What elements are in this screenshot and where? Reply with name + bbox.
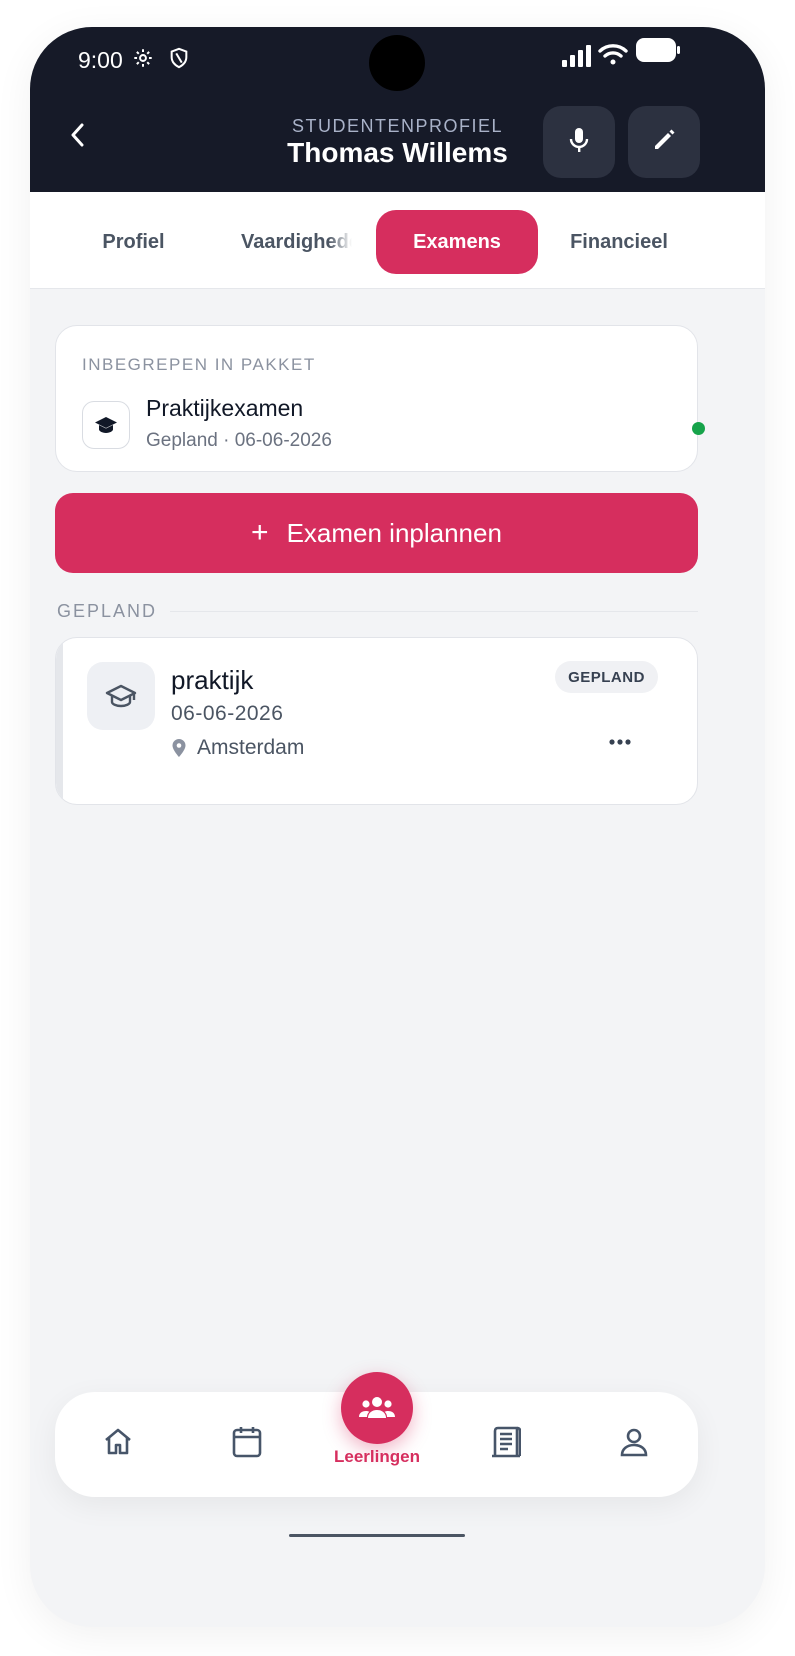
- settings-icon: [132, 47, 154, 74]
- nav-active-label: Leerlingen: [334, 1447, 420, 1466]
- camera-notch: [369, 35, 425, 91]
- nav-home[interactable]: [94, 1418, 142, 1466]
- tab-examens[interactable]: Examens: [376, 210, 538, 274]
- home-icon: [105, 1428, 131, 1455]
- package-subtitle: Gepland · 06-06-2026: [146, 430, 332, 451]
- nav-profile[interactable]: [610, 1418, 658, 1466]
- signal-icon: [562, 45, 592, 72]
- section-divider: [170, 611, 698, 612]
- pencil-icon: [651, 127, 677, 158]
- microphone-icon: [568, 126, 590, 159]
- tab-vaardigheden[interactable]: Vaardigheden: [235, 210, 352, 274]
- calendar-icon: [232, 1427, 262, 1458]
- package-card: INBEGREPEN IN PAKKET Praktijkexamen Gepl…: [55, 325, 705, 472]
- shield-icon: [168, 47, 190, 74]
- exam-location-label: Amsterdam: [197, 736, 305, 759]
- app-header: 9:00 STUDENTENPROFIEL Thomas Willems: [30, 27, 765, 192]
- status-dot: [692, 422, 705, 435]
- exam-accent-bar: [56, 638, 63, 804]
- schedule-exam-button[interactable]: + Examen inplannen: [55, 493, 698, 573]
- status-badge: GEPLAND: [555, 661, 658, 693]
- microphone-button[interactable]: [543, 106, 615, 178]
- receipt-icon: [492, 1426, 521, 1458]
- location-pin-icon: [171, 738, 187, 758]
- package-title: Praktijkexamen: [146, 395, 304, 421]
- wifi-icon: [598, 43, 628, 72]
- exam-date: 06-06-2026: [171, 702, 284, 725]
- phone-screen: 9:00 STUDENTENPROFIEL Thomas Willems Pro…: [30, 27, 765, 1627]
- nav-receipts[interactable]: [482, 1418, 530, 1466]
- home-indicator: [289, 1534, 465, 1537]
- battery-icon: [635, 37, 681, 68]
- profile-icon: [620, 1428, 648, 1457]
- exam-location: Amsterdam: [171, 736, 304, 760]
- nav-calendar[interactable]: [223, 1418, 271, 1466]
- graduation-cap-icon: [82, 401, 130, 449]
- schedule-exam-label: Examen inplannen: [286, 517, 502, 548]
- package-label: INBEGREPEN IN PAKKET: [82, 355, 316, 374]
- exam-card[interactable]: praktijk 06-06-2026 Amsterdam GEPLAND: [55, 637, 698, 805]
- plus-icon: +: [251, 516, 269, 549]
- section-label: GEPLAND: [57, 601, 158, 621]
- nav-students[interactable]: [341, 1372, 413, 1444]
- tab-vaardigheden-label: Vaardigheden: [241, 230, 352, 253]
- edit-button[interactable]: [628, 106, 700, 178]
- tab-bar: Profiel Vaardigheden Examens Financieel: [30, 192, 765, 289]
- more-horizontal-icon: [609, 739, 631, 745]
- exam-title: praktijk: [171, 665, 254, 695]
- students-icon: [359, 1397, 395, 1418]
- tab-financieel[interactable]: Financieel: [555, 210, 683, 274]
- graduation-cap-icon: [87, 662, 155, 730]
- more-options-button[interactable]: [604, 726, 636, 758]
- tab-profiel[interactable]: Profiel: [70, 210, 197, 274]
- status-time: 9:00: [78, 47, 123, 73]
